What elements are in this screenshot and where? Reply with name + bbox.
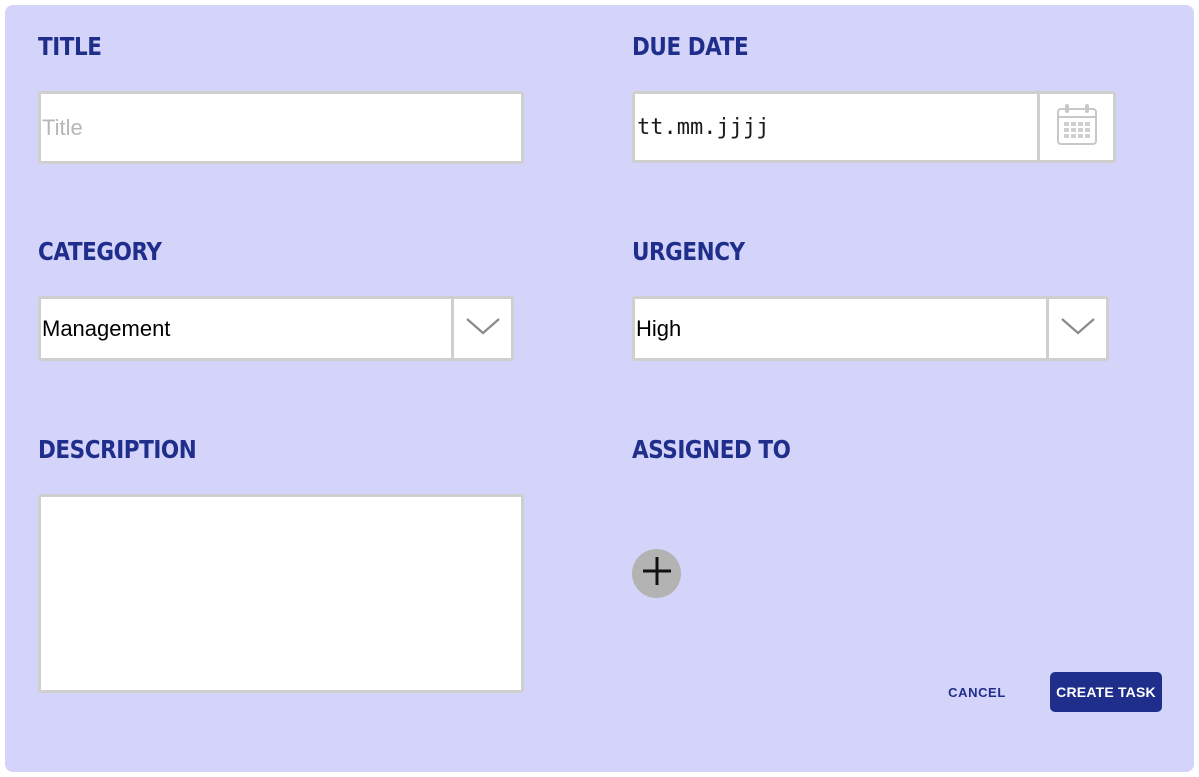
urgency-selected-value: High <box>636 315 682 341</box>
due-date-label: DUE DATE <box>632 32 749 61</box>
chevron-down-icon <box>1060 316 1096 341</box>
title-placeholder: Title <box>42 114 83 140</box>
create-task-button[interactable]: CREATE TASK <box>1050 672 1162 712</box>
title-label: TITLE <box>38 32 102 61</box>
title-input[interactable]: Title <box>38 91 524 164</box>
category-dropdown-toggle[interactable] <box>451 299 511 358</box>
urgency-label: URGENCY <box>632 237 745 266</box>
category-label: CATEGORY <box>38 237 162 266</box>
add-assignee-button[interactable] <box>632 549 681 598</box>
cancel-button[interactable]: CANCEL <box>934 673 1020 711</box>
assigned-to-label: ASSIGNED TO <box>632 435 791 464</box>
urgency-dropdown-toggle[interactable] <box>1046 299 1106 358</box>
due-date-input[interactable]: tt.mm.jjjj <box>632 91 1116 163</box>
description-label: DESCRIPTION <box>38 435 197 464</box>
calendar-button[interactable] <box>1037 94 1113 160</box>
due-date-value: tt.mm.jjjj <box>637 114 770 140</box>
urgency-select[interactable]: High <box>632 296 1109 361</box>
category-selected-value: Management <box>42 315 171 341</box>
description-textarea[interactable] <box>38 494 524 693</box>
calendar-icon <box>1055 102 1099 153</box>
category-select[interactable]: Management <box>38 296 514 361</box>
chevron-down-icon <box>465 316 501 341</box>
plus-icon <box>641 555 673 592</box>
